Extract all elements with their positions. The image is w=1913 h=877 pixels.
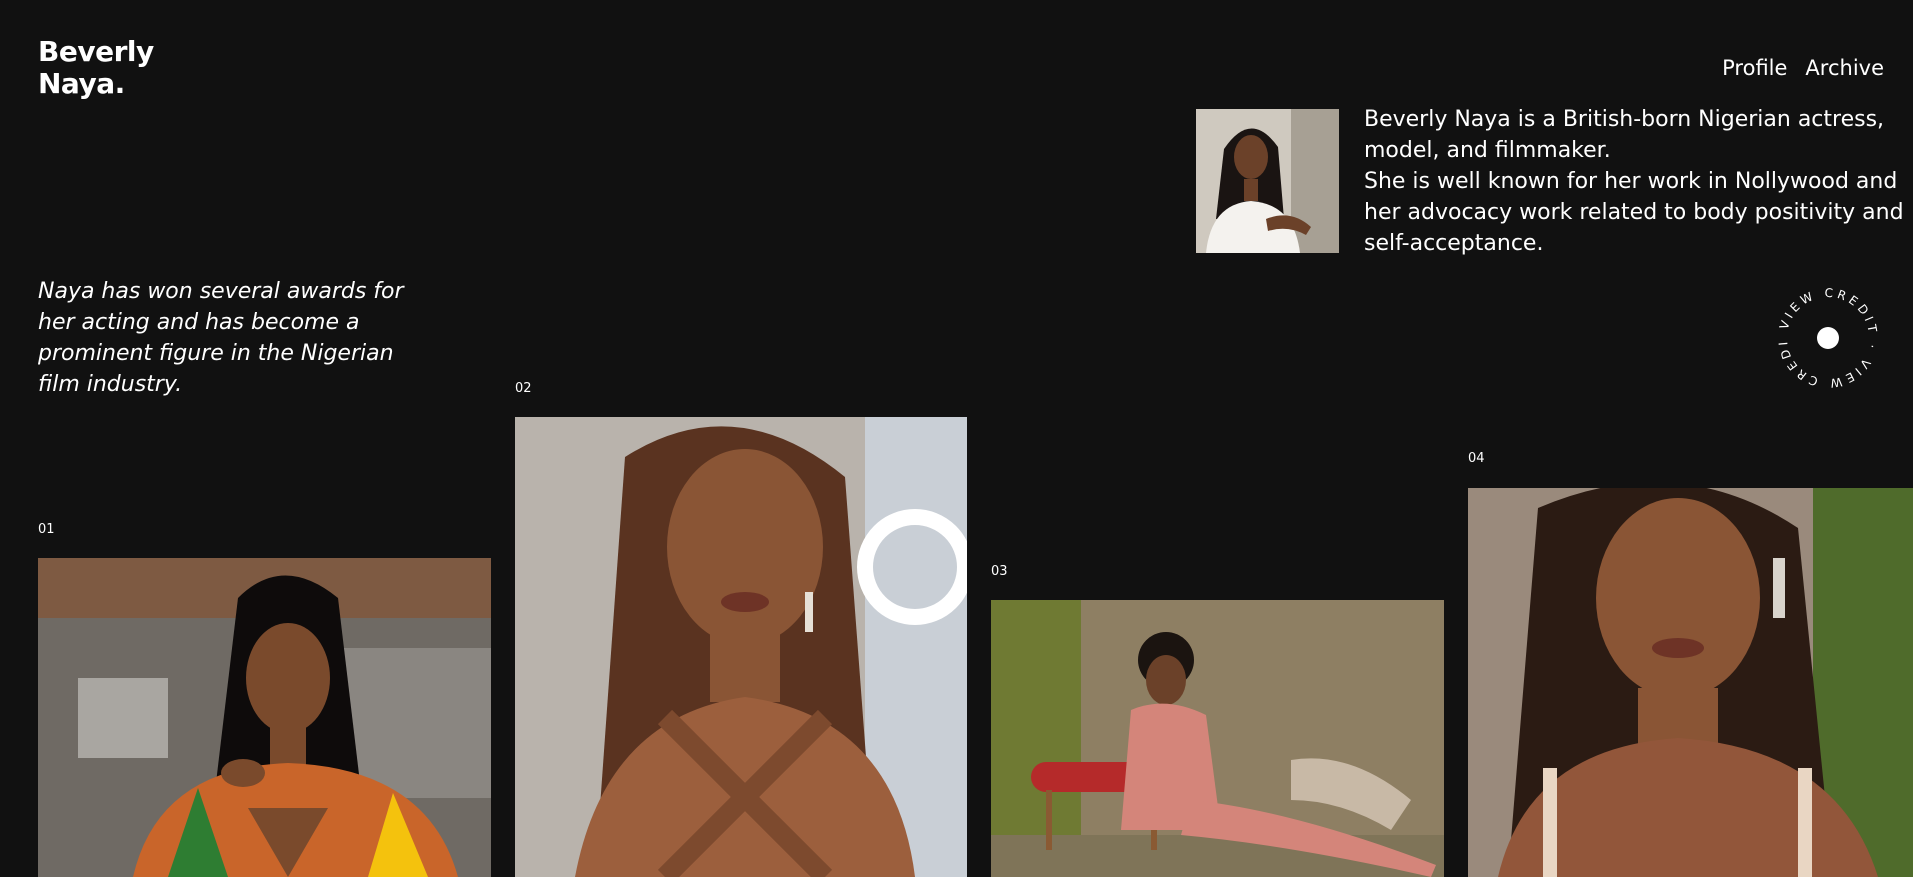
gallery-image-01[interactable]	[38, 558, 491, 877]
bio-text: Beverly Naya is a British-born Nigerian …	[1364, 104, 1904, 259]
bio-portrait-image	[1196, 109, 1339, 253]
gallery-number-01: 01	[38, 522, 55, 537]
gallery-image-02[interactable]	[515, 417, 967, 877]
main-nav: Profile Archive	[1722, 56, 1884, 80]
credit-dot-icon	[1817, 327, 1839, 349]
brand-logo[interactable]: Beverly Naya.	[38, 36, 198, 100]
view-credit-badge[interactable]: VIEW CREDIT · VIEW CREDIT ·	[1774, 278, 1882, 398]
gallery-image-03[interactable]	[991, 600, 1444, 877]
brand-line-1: Beverly	[38, 35, 154, 68]
awards-quote: Naya has won several awards for her acti…	[38, 279, 404, 397]
bio-paragraph-2: She is well known for her work in Nollyw…	[1364, 169, 1904, 256]
gallery-number-03: 03	[991, 564, 1008, 579]
gallery-number-02: 02	[515, 381, 532, 396]
gallery-number-04: 04	[1468, 451, 1485, 466]
nav-profile-link[interactable]: Profile	[1722, 56, 1787, 80]
brand-line-2: Naya.	[38, 67, 125, 100]
gallery-image-04[interactable]	[1468, 488, 1913, 877]
bio-paragraph-1: Beverly Naya is a British-born Nigerian …	[1364, 107, 1885, 163]
nav-archive-link[interactable]: Archive	[1805, 56, 1884, 80]
